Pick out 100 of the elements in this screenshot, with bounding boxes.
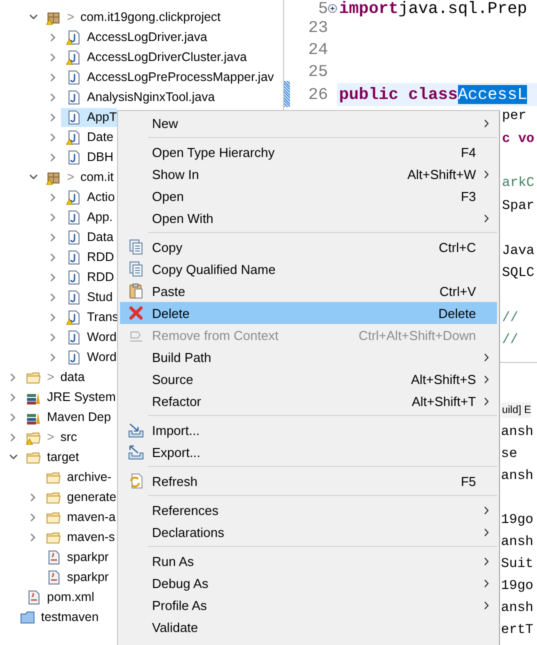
chevron-right-icon[interactable] xyxy=(50,192,56,202)
console-tab[interactable]: uild] E xyxy=(501,402,532,418)
chevron-right-icon[interactable] xyxy=(10,412,16,422)
chevron-down-icon[interactable] xyxy=(28,14,38,20)
export-icon xyxy=(128,444,144,460)
tree-item[interactable]: archive- xyxy=(41,468,112,486)
java-file-warning-icon xyxy=(66,190,81,204)
chevron-right-icon[interactable] xyxy=(30,512,36,522)
tree-item[interactable]: target xyxy=(21,448,79,466)
console-text: 19go xyxy=(501,512,534,528)
console-text: ansh xyxy=(501,534,534,550)
menu-item[interactable]: Paste Ctrl+V xyxy=(120,280,497,302)
menu-item[interactable]: Open Type Hierarchy F4 xyxy=(120,141,497,163)
menu-item[interactable]: Validate xyxy=(120,616,497,638)
menu-item[interactable]: Source Alt+Shift+S xyxy=(120,368,497,390)
chevron-right-icon[interactable] xyxy=(50,92,56,102)
tree-item[interactable]: AnalysisNginxTool.java xyxy=(61,88,215,106)
tree-item[interactable]: maven-a xyxy=(41,508,116,526)
copy-icon xyxy=(128,261,144,277)
tree-item[interactable]: generate xyxy=(41,488,116,506)
java-file-icon xyxy=(66,350,81,364)
menu-item[interactable]: Run As xyxy=(120,550,497,572)
chevron-right-icon[interactable] xyxy=(30,532,36,542)
code-text: // xyxy=(502,310,518,326)
menu-item[interactable]: Build Path xyxy=(120,346,497,368)
folder-icon xyxy=(46,490,61,504)
chevron-right-icon[interactable] xyxy=(50,72,56,82)
menu-item[interactable]: Open F3 xyxy=(120,185,497,207)
chevron-right-icon[interactable] xyxy=(50,252,56,262)
tree-item[interactable]: Maven Dep xyxy=(21,408,111,426)
chevron-down-icon[interactable] xyxy=(8,454,18,460)
chevron-right-icon[interactable] xyxy=(50,352,56,362)
console-text: ansh xyxy=(501,424,534,440)
menu-item[interactable]: New xyxy=(120,112,497,134)
tree-item[interactable]: Word xyxy=(61,328,117,346)
menu-item[interactable]: Copy Ctrl+C xyxy=(120,236,497,258)
menu-item[interactable]: Import... xyxy=(120,419,497,441)
menu-item[interactable]: Open With xyxy=(120,207,497,229)
tree-item[interactable]: > com.it xyxy=(41,168,114,186)
tree-item[interactable]: sparkpr xyxy=(41,548,109,566)
tree-item[interactable]: Date xyxy=(61,128,114,146)
menu-item[interactable]: Show In Alt+Shift+W xyxy=(120,163,497,185)
java-file-icon xyxy=(66,230,81,244)
chevron-right-icon[interactable] xyxy=(50,132,56,142)
chevron-right-icon[interactable] xyxy=(50,112,56,122)
chevron-right-icon[interactable] xyxy=(30,492,36,502)
tree-item[interactable]: > com.it19gong.clickproject xyxy=(41,8,221,26)
tree-item[interactable]: AccessLogDriverCluster.java xyxy=(61,48,247,66)
tree-item[interactable]: pom.xml xyxy=(21,588,94,606)
menu-item[interactable]: Copy Qualified Name xyxy=(120,258,497,280)
java-file-icon xyxy=(66,290,81,304)
tree-item[interactable]: > data xyxy=(21,368,85,386)
chevron-right-icon[interactable] xyxy=(50,312,56,322)
code-text: import xyxy=(339,0,398,18)
chevron-right-icon[interactable] xyxy=(10,432,16,442)
code-text: c vo xyxy=(502,132,534,147)
code-text: java.sql.Prep xyxy=(398,0,528,18)
tree-item[interactable]: AccessLogPreProcessMapper.jav xyxy=(61,68,274,86)
java-file-icon xyxy=(66,150,81,164)
tree-item[interactable]: AccessLogDriver.java xyxy=(61,28,208,46)
chevron-right-icon[interactable] xyxy=(10,372,16,382)
tree-item[interactable]: RDD xyxy=(61,248,114,266)
menu-item[interactable]: Debug As xyxy=(120,572,497,594)
tree-item[interactable]: AppT xyxy=(61,108,117,126)
menu-item[interactable]: Declarations xyxy=(120,521,497,543)
chevron-right-icon[interactable] xyxy=(50,32,56,42)
console-text: se xyxy=(501,446,518,462)
chevron-right-icon[interactable] xyxy=(50,52,56,62)
line-number: 5 xyxy=(318,0,328,18)
menu-item[interactable]: Delete Delete xyxy=(120,302,497,324)
tree-item[interactable]: sparkpr xyxy=(41,568,109,586)
code-text: SQLC xyxy=(502,266,534,281)
menu-item[interactable]: References xyxy=(120,499,497,521)
tree-item[interactable]: Data xyxy=(61,228,114,246)
tree-item[interactable]: JRE System xyxy=(21,388,116,406)
tree-item[interactable]: testmaven xyxy=(15,608,99,626)
menu-item[interactable]: Profile As xyxy=(120,594,497,616)
chevron-right-icon[interactable] xyxy=(10,392,16,402)
folder-icon xyxy=(26,450,41,464)
tree-item[interactable]: DBH xyxy=(61,148,114,166)
menu-item[interactable]: Export... xyxy=(120,441,497,463)
chevron-right-icon[interactable] xyxy=(50,292,56,302)
menu-item[interactable]: Refactor Alt+Shift+T xyxy=(120,390,497,412)
code-text: Spar xyxy=(502,198,534,214)
chevron-right-icon[interactable] xyxy=(50,232,56,242)
menu-item[interactable]: Refresh F5 xyxy=(120,470,497,492)
tree-item[interactable]: maven-s xyxy=(41,528,115,546)
chevron-right-icon[interactable] xyxy=(50,212,56,222)
chevron-right-icon[interactable] xyxy=(50,272,56,282)
tree-item[interactable]: App. xyxy=(61,208,113,226)
tree-item[interactable]: Stud xyxy=(61,288,113,306)
tree-item[interactable]: RDD xyxy=(61,268,114,286)
tree-item[interactable]: > src xyxy=(21,428,77,446)
chevron-right-icon[interactable] xyxy=(50,332,56,342)
tree-item[interactable]: Trans xyxy=(61,308,118,326)
expand-fold-icon[interactable] xyxy=(328,4,337,12)
tree-item[interactable]: Actio xyxy=(61,188,115,206)
tree-item[interactable]: Word xyxy=(61,348,117,366)
chevron-down-icon[interactable] xyxy=(28,174,38,180)
chevron-right-icon[interactable] xyxy=(50,152,56,162)
